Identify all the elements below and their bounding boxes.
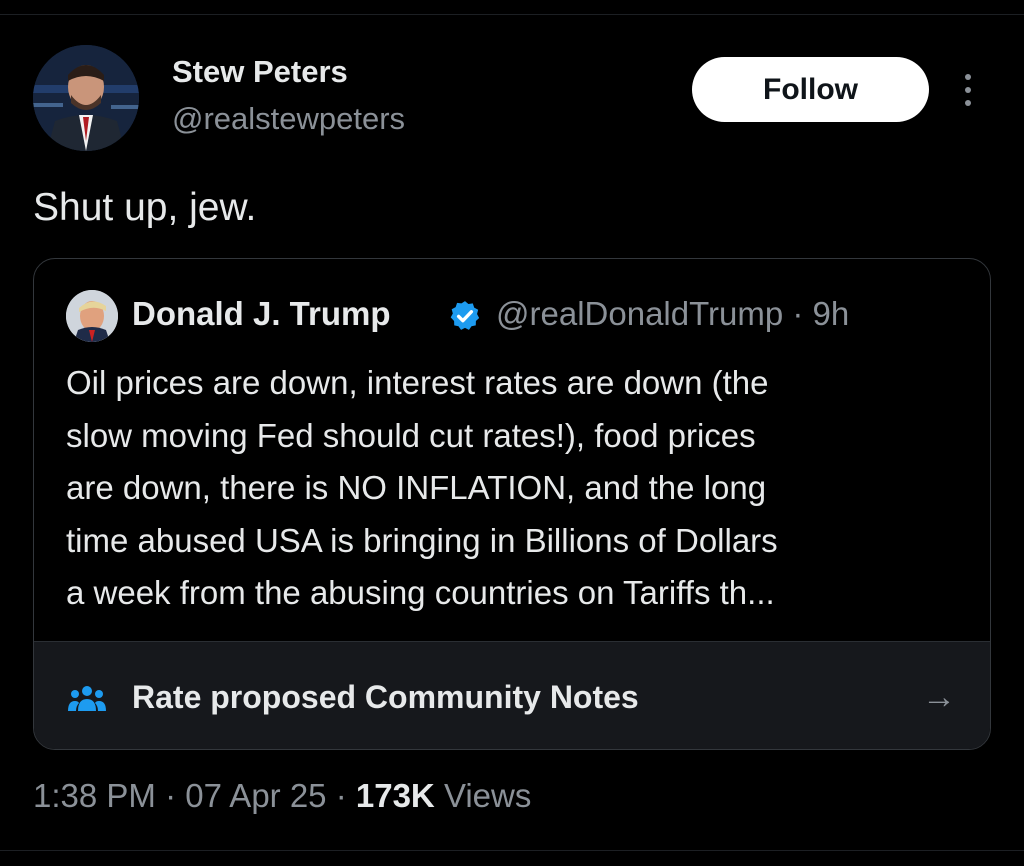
quoted-handle-time: @realDonaldTrump · 9h	[496, 295, 850, 332]
quoted-text-line: Oil prices are down, interest rates are …	[66, 364, 769, 401]
verified-badge-icon	[450, 301, 480, 330]
author-avatar[interactable]	[33, 45, 139, 151]
quoted-author-name[interactable]: Donald J. Trump	[132, 295, 391, 333]
views-count: 173K	[355, 777, 435, 814]
community-notes-icon	[68, 686, 106, 711]
more-dot	[965, 87, 971, 93]
more-dot	[965, 74, 971, 80]
bottom-divider	[0, 850, 1024, 851]
arrow-right-icon: →	[922, 678, 956, 716]
quoted-text-line: a week from the abusing countries on Tar…	[66, 574, 775, 611]
tweet-text: Shut up, jew.	[33, 186, 257, 229]
avatar-image	[33, 45, 139, 151]
meta-separator: ·	[165, 777, 186, 814]
author-name[interactable]: Stew Peters	[172, 54, 348, 90]
quoted-text-line: time abused USA is bringing in Billions …	[66, 521, 778, 559]
more-icon[interactable]	[955, 70, 981, 110]
community-notes-label: Rate proposed Community Notes	[132, 679, 639, 715]
author-handle[interactable]: @realstewpeters	[172, 101, 405, 137]
tweet-time[interactable]: 1:38 PM	[33, 777, 156, 814]
meta-separator: ·	[335, 777, 356, 814]
tweet-meta: 1:38 PM · 07 Apr 25 · 173K Views	[33, 777, 531, 815]
quoted-avatar-image	[66, 290, 118, 342]
quoted-text-line: are down, there is NO INFLATION, and the…	[66, 469, 767, 506]
follow-button[interactable]: Follow	[692, 57, 929, 122]
top-divider	[0, 14, 1024, 15]
community-notes-bar[interactable]: Rate proposed Community Notes →	[34, 641, 990, 749]
views-label: Views	[443, 777, 532, 814]
tweet-date[interactable]: 07 Apr 25	[185, 777, 326, 814]
more-dot	[965, 100, 971, 106]
quoted-tweet-card[interactable]: Donald J. Trump @realDonaldTrump · 9h Oi…	[33, 258, 991, 750]
quoted-text: Oil prices are down, interest rates are …	[66, 357, 971, 620]
quoted-author-avatar[interactable]	[66, 290, 118, 342]
quoted-text-line: slow moving Fed should cut rates!), food…	[66, 416, 756, 454]
